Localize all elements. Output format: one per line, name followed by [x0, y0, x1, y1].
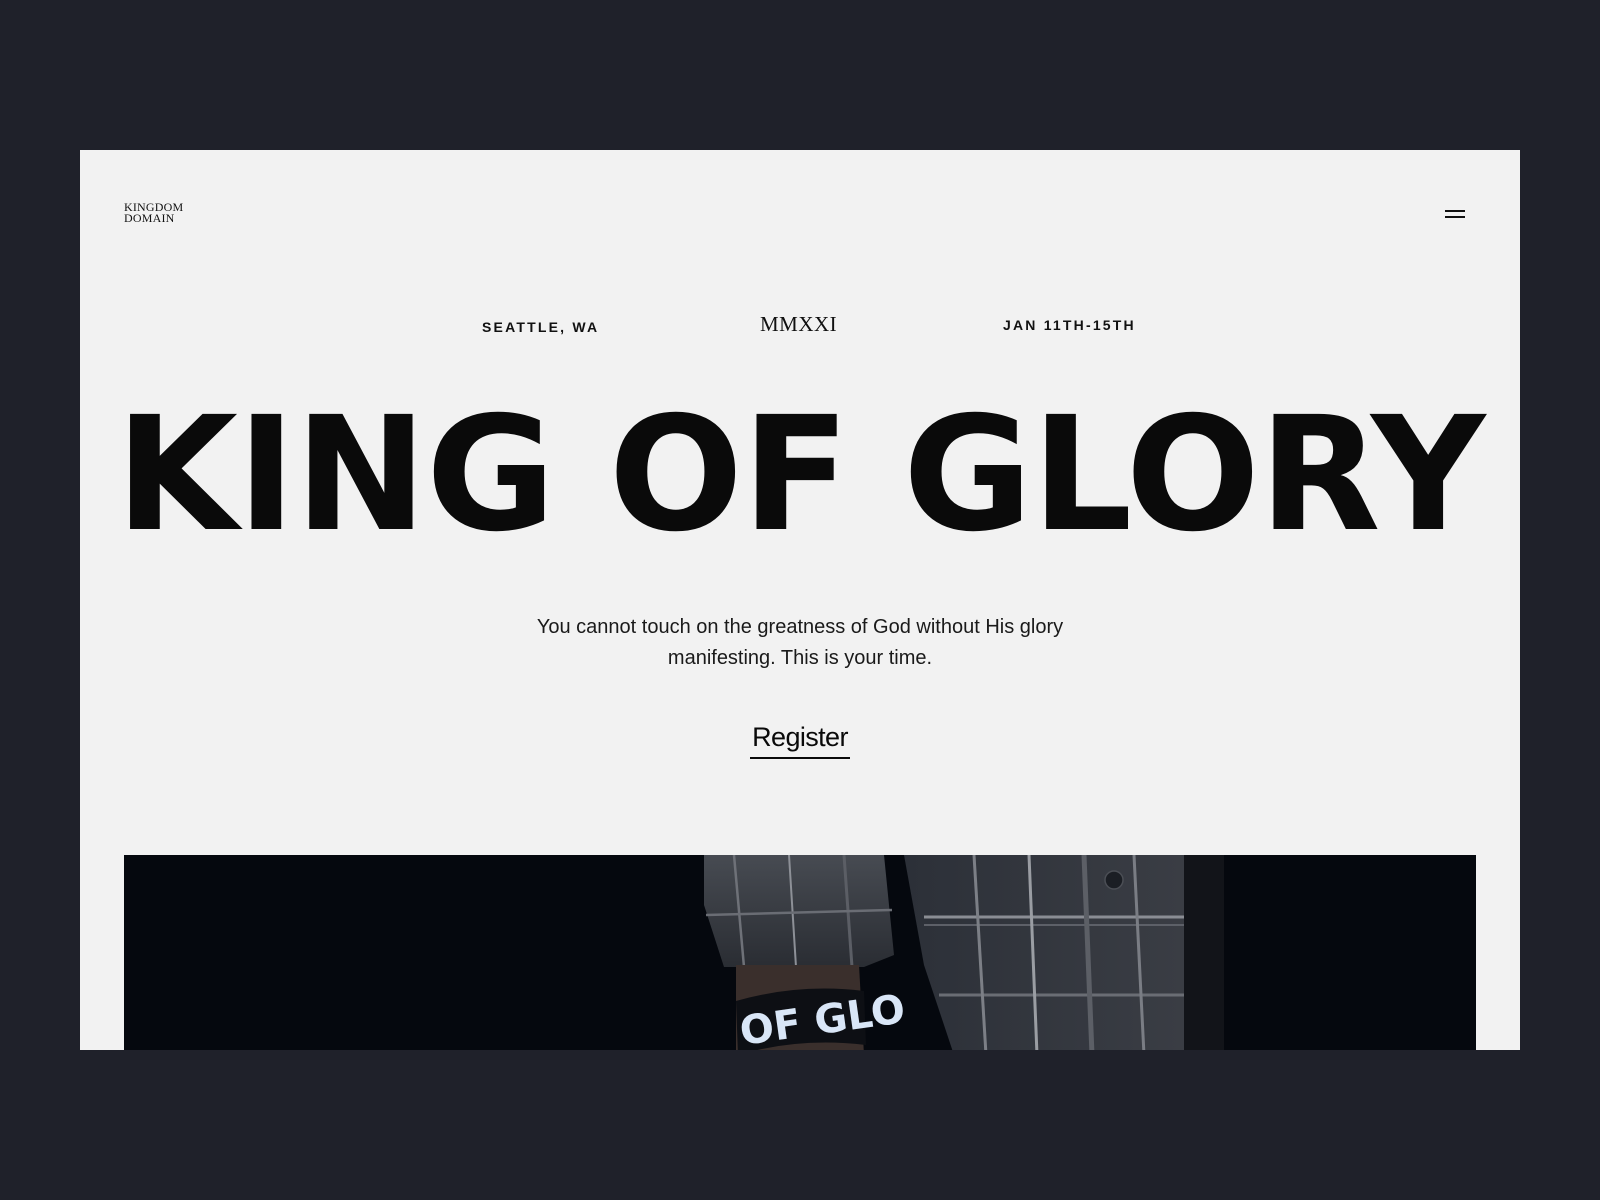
hero-title: KING OF GLORY — [115, 383, 1486, 567]
event-location: SEATTLE, WA — [482, 319, 600, 335]
event-dates: JAN 11TH-15TH — [1003, 317, 1136, 333]
wristband-photo-illustration: OF GLO — [124, 855, 1476, 1050]
landing-page: KINGDOM DOMAIN SEATTLE, WA MMXXI JAN 11T… — [80, 150, 1520, 1050]
menu-bar-bottom — [1445, 216, 1465, 218]
register-link[interactable]: Register — [750, 722, 850, 759]
flannel-shirt — [904, 855, 1224, 1050]
logo-line-2: DOMAIN — [124, 211, 175, 225]
hero-subtitle: You cannot touch on the greatness of God… — [536, 616, 1064, 669]
menu-bar-top — [1445, 210, 1465, 212]
hero-photo: OF GLO — [124, 855, 1476, 1050]
hamburger-menu-icon[interactable] — [1445, 208, 1467, 222]
shirt-sleeve — [704, 855, 894, 968]
event-year: MMXXI — [760, 312, 838, 336]
brand-logo[interactable]: KINGDOM DOMAIN — [124, 201, 183, 225]
